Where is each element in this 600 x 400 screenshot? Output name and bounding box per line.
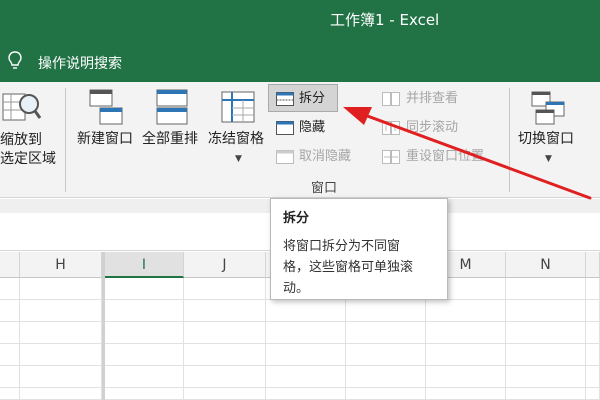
grid-cell[interactable] (20, 388, 102, 400)
column-header-partial[interactable] (0, 252, 20, 278)
grid-cell[interactable] (184, 278, 266, 300)
tooltip-title: 拆分 (283, 211, 310, 226)
grid-cell[interactable] (586, 300, 600, 322)
grid-cell[interactable] (184, 344, 266, 366)
grid-cell[interactable] (266, 322, 346, 344)
grid-cell[interactable] (184, 300, 266, 322)
grid-cell[interactable] (586, 322, 600, 344)
chevron-down-icon: ▼ (235, 154, 242, 164)
group-divider (65, 88, 66, 192)
column-header-n[interactable]: N (506, 252, 586, 278)
split-icon (276, 92, 294, 106)
tooltip-body-line-2: 格，这些窗格可单独滚 (283, 260, 414, 275)
split-bar[interactable] (102, 252, 105, 400)
grid-cell[interactable] (266, 344, 346, 366)
grid-cell[interactable] (20, 300, 102, 322)
column-header-i[interactable]: I (102, 252, 184, 278)
grid-cell[interactable] (20, 278, 102, 300)
grid-cell[interactable] (346, 366, 426, 388)
grid-cell[interactable] (184, 322, 266, 344)
grid-cell[interactable] (20, 322, 102, 344)
grid-cell[interactable] (586, 278, 600, 300)
new-window-label: 新建窗口 (77, 131, 133, 147)
grid-cell[interactable] (506, 322, 586, 344)
arrange-all-icon (156, 89, 188, 125)
grid-cell[interactable] (346, 300, 426, 322)
column-header-partial[interactable] (586, 252, 600, 278)
grid-cell[interactable] (0, 344, 20, 366)
grid-cell[interactable] (586, 366, 600, 388)
unhide-label: 取消隐藏 (299, 149, 352, 164)
grid-cell[interactable] (266, 388, 346, 400)
side-by-side-icon (382, 92, 400, 106)
grid-cell[interactable] (346, 388, 426, 400)
grid-cell[interactable] (506, 300, 586, 322)
window-title: 工作簿1 - Excel (330, 11, 440, 29)
grid-cell[interactable] (0, 388, 20, 400)
grid-cell[interactable] (426, 366, 506, 388)
zoom-selection-label-2: 选定区域 (0, 151, 56, 167)
arrange-all-label: 全部重排 (142, 131, 198, 147)
chevron-down-icon: ▼ (545, 154, 552, 164)
grid-cell[interactable] (506, 278, 586, 300)
sync-scroll-label: 同步滚动 (406, 120, 459, 135)
tell-me-search[interactable]: 操作说明搜索 (38, 53, 122, 73)
grid-cell[interactable] (506, 388, 586, 400)
grid-cell[interactable] (0, 278, 20, 300)
title-bar (0, 0, 600, 40)
grid-cell[interactable] (506, 344, 586, 366)
grid-cell[interactable] (184, 366, 266, 388)
grid-cell[interactable] (102, 388, 184, 400)
grid-cell[interactable] (346, 344, 426, 366)
grid-cell[interactable] (20, 366, 102, 388)
unhide-window-icon (276, 150, 294, 164)
grid-cell[interactable] (0, 366, 20, 388)
reset-position-icon (382, 150, 400, 164)
grid-cell[interactable] (20, 344, 102, 366)
grid-cell[interactable] (426, 322, 506, 344)
column-header-j[interactable]: J (184, 252, 266, 278)
grid-cell[interactable] (0, 322, 20, 344)
reset-position-label: 重设窗口位置 (406, 149, 485, 164)
grid-cell[interactable] (426, 388, 506, 400)
switch-windows-label: 切换窗口 (518, 131, 574, 147)
grid-cell[interactable] (266, 300, 346, 322)
column-header-h[interactable]: H (20, 252, 102, 278)
zoom-selection-icon (2, 93, 42, 121)
window-group-label: 窗口 (311, 181, 338, 196)
zoom-selection-label-1: 缩放到 (0, 132, 42, 148)
grid-cell[interactable] (346, 322, 426, 344)
lightbulb-icon[interactable] (8, 51, 22, 71)
grid-cell[interactable] (586, 388, 600, 400)
sync-scroll-icon (382, 121, 400, 135)
grid-cell[interactable] (426, 300, 506, 322)
freeze-panes-label: 冻结窗格 (208, 131, 264, 147)
grid-cell[interactable] (184, 388, 266, 400)
grid-cell[interactable] (102, 300, 184, 322)
grid-cell[interactable] (102, 278, 184, 300)
grid-cell[interactable] (102, 366, 184, 388)
split-label: 拆分 (299, 91, 326, 106)
new-window-icon (89, 89, 123, 125)
hide-label: 隐藏 (299, 120, 326, 135)
freeze-panes-icon (221, 91, 255, 123)
tooltip-body-line-3: 动。 (283, 281, 310, 296)
tooltip-body-line-1: 将窗口拆分为不同窗 (283, 239, 401, 254)
hide-window-icon (276, 121, 294, 135)
grid-cell[interactable] (0, 300, 20, 322)
grid-cell[interactable] (426, 344, 506, 366)
group-divider (509, 88, 510, 192)
grid-cell[interactable] (102, 344, 184, 366)
side-by-side-label: 并排查看 (406, 91, 459, 106)
grid-cell[interactable] (586, 344, 600, 366)
grid-cell[interactable] (506, 366, 586, 388)
switch-windows-icon (531, 91, 565, 125)
split-tooltip: 拆分 将窗口拆分为不同窗 格，这些窗格可单独滚 动。 (270, 198, 448, 300)
grid-cell[interactable] (102, 322, 184, 344)
grid-cell[interactable] (266, 366, 346, 388)
